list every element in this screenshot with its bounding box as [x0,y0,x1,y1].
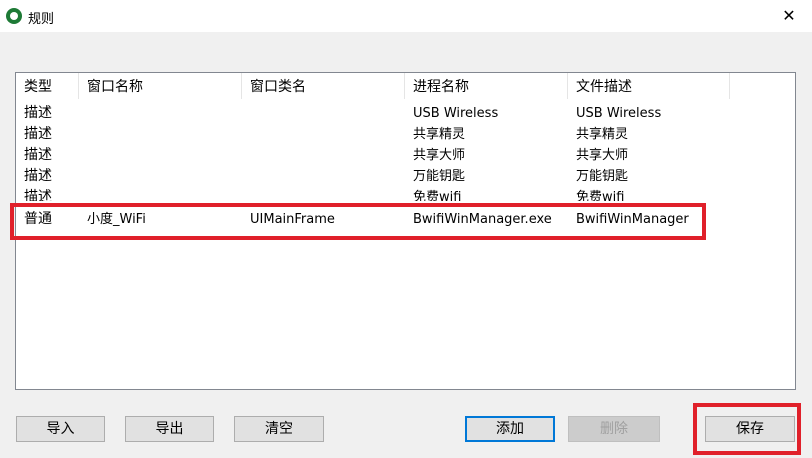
cell-process: 万能钥匙 [413,169,466,184]
save-highlight-box [693,403,801,455]
column-header-class-name[interactable]: 窗口类名 [242,73,405,99]
table-row[interactable]: 描述 免费wifi 免费wifi [16,187,795,201]
cell-type: 描述 [24,168,52,184]
table-row[interactable]: 描述 共享大师 共享大师 [16,145,795,166]
cell-type: 描述 [24,189,52,201]
cell-class-name [242,187,250,201]
cell-window-name [79,187,87,201]
clear-button[interactable]: 清空 [234,416,324,442]
table-row[interactable]: 描述 万能钥匙 万能钥匙 [16,166,795,187]
add-button[interactable]: 添加 [465,416,555,442]
cell-desc: 万能钥匙 [576,169,629,184]
export-button[interactable]: 导出 [125,416,214,442]
highlight-box [10,203,706,240]
cell-desc: USB Wireless [576,106,662,121]
cell-type: 描述 [24,147,52,163]
cell-type: 描述 [24,126,52,142]
cell-process: 共享精灵 [413,127,466,142]
column-header-desc[interactable]: 文件描述 [568,73,730,99]
cell-process: 免费wifi [413,190,462,201]
cell-window-name [79,103,87,124]
cell-class-name [242,124,250,145]
column-header-type[interactable]: 类型 [16,73,79,99]
cell-desc: 共享大师 [576,148,629,163]
cell-class-name [242,145,250,166]
import-button[interactable]: 导入 [16,416,105,442]
title-bar: 规则 ✕ [0,0,812,32]
cell-type: 描述 [24,105,52,121]
cell-window-name [79,166,87,187]
column-header-window-name[interactable]: 窗口名称 [79,73,242,99]
cell-class-name [242,166,250,187]
close-button[interactable]: ✕ [766,0,812,32]
table-row[interactable]: 描述 USB Wireless USB Wireless [16,103,795,124]
cell-desc: 共享精灵 [576,127,629,142]
column-header-process[interactable]: 进程名称 [405,73,568,99]
cell-process: 共享大师 [413,148,466,163]
cell-window-name [79,124,87,145]
delete-button[interactable]: 删除 [568,416,660,442]
cell-process: USB Wireless [413,106,499,121]
app-icon [6,8,22,24]
cell-class-name [242,103,250,124]
window-title: 规则 [28,12,55,27]
cell-window-name [79,145,87,166]
cell-desc: 免费wifi [576,190,625,201]
list-header: 类型 窗口名称 窗口类名 进程名称 文件描述 [16,73,795,99]
table-row[interactable]: 描述 共享精灵 共享精灵 [16,124,795,145]
